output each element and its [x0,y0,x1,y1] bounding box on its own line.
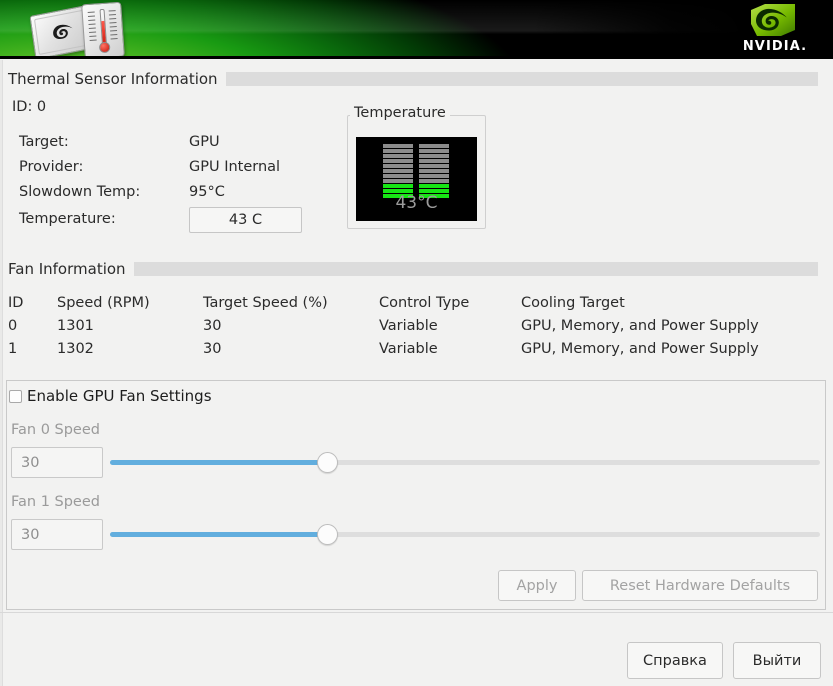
nvidia-wordmark: NVIDIA. [742,39,808,54]
nvidia-settings-window: NVIDIA. Thermal Sensor Information ID: 0… [0,0,833,686]
enable-gpu-fan-settings-label: Enable GPU Fan Settings [27,387,212,405]
cell-id: 1 [8,340,18,357]
gauge-bar-row [383,159,449,163]
cell-id: 0 [8,317,18,334]
slider-fill [110,460,327,465]
slider-thumb[interactable] [316,524,338,545]
gauge-bar-segment [383,169,413,173]
gauge-bar-segment [419,159,449,163]
slowdown-temp-value: 95°C [189,184,225,200]
gauge-bar-segment [419,169,449,173]
cell-cooling: GPU, Memory, and Power Supply [521,317,759,334]
cell-control: Variable [379,340,438,357]
gauge-bar-segment [419,164,449,168]
section-rule [133,262,818,276]
gauge-bar-segment [419,144,449,148]
fan-section-title: Fan Information [8,260,126,278]
col-header-target: Target Speed (%) [203,294,328,311]
temperature-gauge-display: 43°C [356,137,477,221]
thermal-section-title: Thermal Sensor Information [8,70,218,88]
gauge-bar-segment [383,154,413,158]
gauge-bar-row [383,149,449,153]
cell-target: 30 [203,340,222,357]
cell-cooling: GPU, Memory, and Power Supply [521,340,759,357]
gauge-bar-row [383,164,449,168]
fan-0-speed-slider[interactable] [110,447,820,478]
provider-label: Provider: [19,159,84,175]
gauge-bar-segment [383,164,413,168]
gauge-bar-segment [383,144,413,148]
fan-1-speed-slider[interactable] [110,519,820,550]
enable-gpu-fan-settings-checkbox[interactable] [9,389,22,403]
gauge-bar-segment [383,179,413,183]
temperature-gauge-readout: 43°C [395,193,438,213]
fan-1-speed-label: Fan 1 Speed [11,494,100,510]
fan-settings-panel: Enable GPU Fan Settings Fan 0 Speed 30 F… [6,380,826,610]
table-row: 0 1301 30 Variable GPU, Memory, and Powe… [8,314,826,337]
banner-bottom-edge [0,56,833,59]
col-header-cooling: Cooling Target [521,294,625,311]
cell-target: 30 [203,317,222,334]
target-value: GPU [189,134,220,150]
gpu-card-thermometer-icon [28,1,132,59]
fan-1-speed-value[interactable]: 30 [11,519,103,550]
help-button[interactable]: Справка [627,642,723,679]
gauge-bar-segment [383,174,413,178]
col-header-speed: Speed (RPM) [57,294,150,311]
table-header-row: ID Speed (RPM) Target Speed (%) Control … [8,291,826,314]
gauge-bar-segment [419,184,449,188]
gauge-bar-segment [383,159,413,163]
gauge-bar-row [383,144,449,148]
table-row: 1 1302 30 Variable GPU, Memory, and Powe… [8,337,826,360]
slider-fill [110,532,327,537]
gauge-bar-row [383,154,449,158]
footer-divider [0,612,833,613]
apply-button[interactable]: Apply [498,570,576,601]
gauge-bar-segment [383,149,413,153]
gauge-bar-row [383,179,449,183]
fan-section-header: Fan Information [8,258,818,280]
nvidia-eye-icon [751,4,795,36]
temperature-label: Temperature: [19,211,116,227]
cell-speed: 1301 [57,317,94,334]
gauge-bar-segment [419,154,449,158]
fan-information-table: ID Speed (RPM) Target Speed (%) Control … [8,291,826,360]
thermal-section-header: Thermal Sensor Information [8,68,818,90]
quit-button[interactable]: Выйти [733,642,821,679]
temperature-readout-field: 43 C [189,207,302,233]
col-header-control: Control Type [379,294,470,311]
thermometer-icon [81,1,125,59]
col-header-id: ID [8,294,24,311]
target-label: Target: [19,134,69,150]
section-rule [225,72,818,86]
left-edge-strip [0,60,3,686]
temperature-gauge-bars [383,144,449,198]
thermometer-bulb [98,41,111,54]
fan-0-speed-label: Fan 0 Speed [11,422,100,438]
gauge-bar-segment [419,149,449,153]
gauge-bar-row [383,184,449,188]
reset-hardware-defaults-button[interactable]: Reset Hardware Defaults [582,570,818,601]
gauge-bar-segment [419,174,449,178]
provider-value: GPU Internal [189,159,281,175]
gauge-bar-row [383,169,449,173]
temperature-gauge-legend: Temperature [350,105,450,121]
enable-gpu-fan-settings-row[interactable]: Enable GPU Fan Settings [9,386,212,406]
app-banner: NVIDIA. [0,0,833,59]
gauge-bar-segment [383,184,413,188]
cell-speed: 1302 [57,340,94,357]
fan-0-speed-value[interactable]: 30 [11,447,103,478]
nvidia-logo: NVIDIA. [729,4,821,54]
gauge-bar-segment [419,179,449,183]
thermal-sensor-id: ID: 0 [12,99,47,115]
cell-control: Variable [379,317,438,334]
slider-thumb[interactable] [316,452,338,473]
gauge-bar-row [383,174,449,178]
slowdown-temp-label: Slowdown Temp: [19,184,141,200]
